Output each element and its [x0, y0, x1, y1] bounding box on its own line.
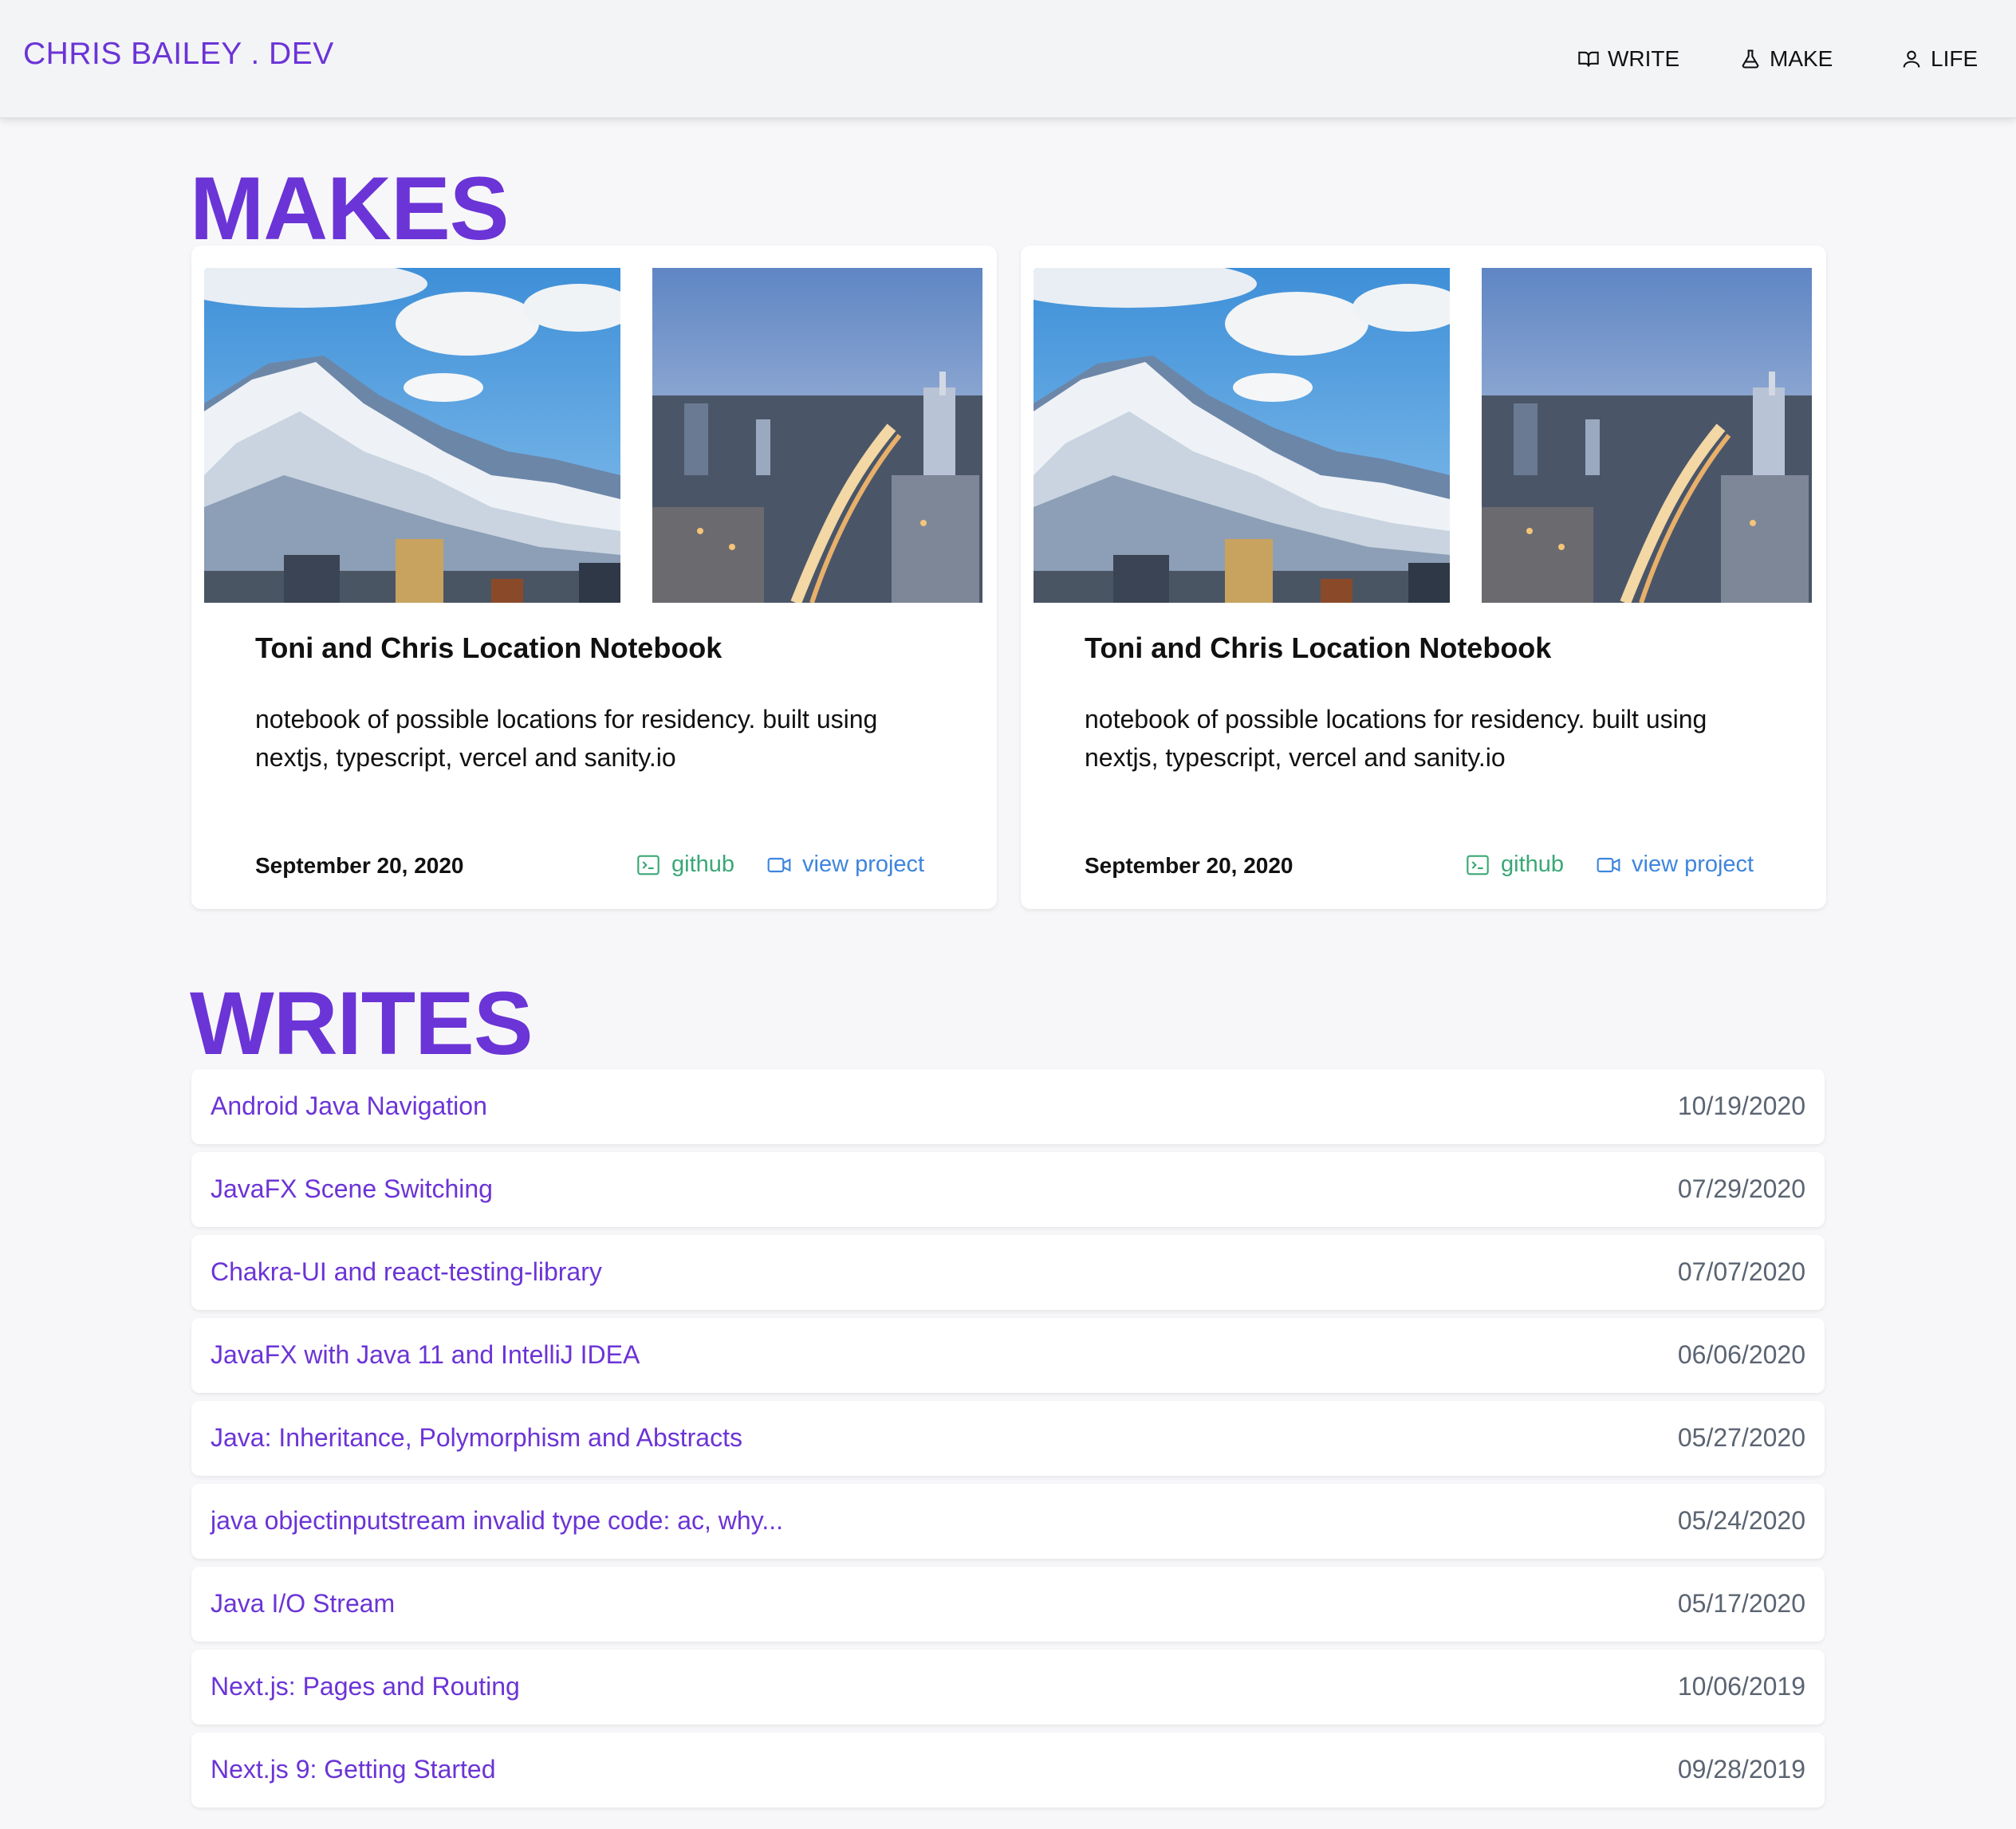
video-icon [767, 857, 791, 872]
nav-life[interactable]: LIFE [1900, 43, 1978, 75]
site-header: CHRIS BAILEY . DEV WRITE MAKE LIFE [0, 0, 2016, 118]
write-title[interactable]: JavaFX Scene Switching [211, 1174, 493, 1204]
card-date: September 20, 2020 [1085, 853, 1293, 878]
mountain-image [204, 268, 620, 603]
card-title[interactable]: Toni and Chris Location Notebook [255, 631, 722, 665]
write-date: 05/17/2020 [1677, 1589, 1805, 1618]
write-title[interactable]: Android Java Navigation [211, 1092, 487, 1121]
github-link[interactable]: github [1464, 852, 1564, 878]
video-icon [1597, 857, 1620, 872]
write-date: 07/07/2020 [1677, 1257, 1805, 1286]
write-list-item[interactable]: Chakra-UI and react-testing-library 07/0… [191, 1235, 1825, 1310]
flask-icon [1742, 49, 1759, 69]
nav-make[interactable]: MAKE [1739, 43, 1833, 75]
write-date: 10/06/2019 [1677, 1672, 1805, 1701]
nav-write-label: WRITE [1608, 46, 1680, 71]
view-project-label: view project [802, 852, 925, 877]
write-date: 10/19/2020 [1677, 1092, 1805, 1120]
nav-life-label: LIFE [1931, 46, 1979, 71]
write-list-item[interactable]: java objectinputstream invalid type code… [191, 1484, 1825, 1559]
project-card: Toni and Chris Location Notebook noteboo… [1021, 246, 1826, 909]
card-date: September 20, 2020 [255, 853, 464, 878]
write-list-item[interactable]: Next.js: Pages and Routing 10/06/2019 [191, 1650, 1825, 1725]
write-date: 07/29/2020 [1677, 1174, 1805, 1203]
write-list-item[interactable]: Java I/O Stream 05/17/2020 [191, 1567, 1825, 1642]
card-title[interactable]: Toni and Chris Location Notebook [1085, 631, 1551, 665]
write-list-item[interactable]: JavaFX with Java 11 and IntelliJ IDEA 06… [191, 1318, 1825, 1393]
write-date: 05/24/2020 [1677, 1506, 1805, 1535]
write-title[interactable]: java objectinputstream invalid type code… [211, 1506, 783, 1536]
user-icon [1903, 50, 1920, 68]
write-date: 05/27/2020 [1677, 1423, 1805, 1452]
site-logo[interactable]: CHRIS BAILEY . DEV [23, 37, 334, 72]
makes-heading: MAKES [190, 159, 509, 258]
card-description: notebook of possible locations for resid… [255, 705, 878, 772]
nav-make-label: MAKE [1770, 46, 1833, 71]
view-project-link[interactable]: view project [766, 852, 924, 878]
city-image [652, 268, 982, 603]
write-date: 09/28/2019 [1677, 1755, 1805, 1784]
writes-heading: WRITES [190, 974, 534, 1073]
write-list-item[interactable]: Java: Inheritance, Polymorphism and Abst… [191, 1401, 1825, 1476]
write-date: 06/06/2020 [1677, 1340, 1805, 1369]
view-project-link[interactable]: view project [1595, 852, 1754, 878]
terminal-icon [1467, 855, 1489, 875]
city-image [1482, 268, 1812, 603]
terminal-icon [637, 855, 660, 875]
write-list-item[interactable]: JavaFX Scene Switching 07/29/2020 [191, 1152, 1825, 1227]
nav-write[interactable]: WRITE [1577, 43, 1679, 75]
mountain-image [1034, 268, 1450, 603]
github-link-label: github [671, 852, 735, 877]
github-link-label: github [1501, 852, 1565, 877]
write-title[interactable]: Java: Inheritance, Polymorphism and Abst… [211, 1423, 742, 1453]
write-title[interactable]: Chakra-UI and react-testing-library [211, 1257, 602, 1287]
write-title[interactable]: Java I/O Stream [211, 1589, 395, 1619]
write-list-item[interactable]: Next.js 9: Getting Started 09/28/2019 [191, 1733, 1825, 1807]
book-icon [1578, 51, 1599, 67]
github-link[interactable]: github [635, 852, 734, 878]
project-card: Toni and Chris Location Notebook noteboo… [191, 246, 997, 909]
write-title[interactable]: JavaFX with Java 11 and IntelliJ IDEA [211, 1340, 640, 1370]
write-list-item[interactable]: Android Java Navigation 10/19/2020 [191, 1069, 1825, 1144]
view-project-label: view project [1632, 852, 1754, 877]
write-title[interactable]: Next.js 9: Getting Started [211, 1755, 496, 1784]
card-description: notebook of possible locations for resid… [1085, 705, 1707, 772]
write-title[interactable]: Next.js: Pages and Routing [211, 1672, 520, 1701]
